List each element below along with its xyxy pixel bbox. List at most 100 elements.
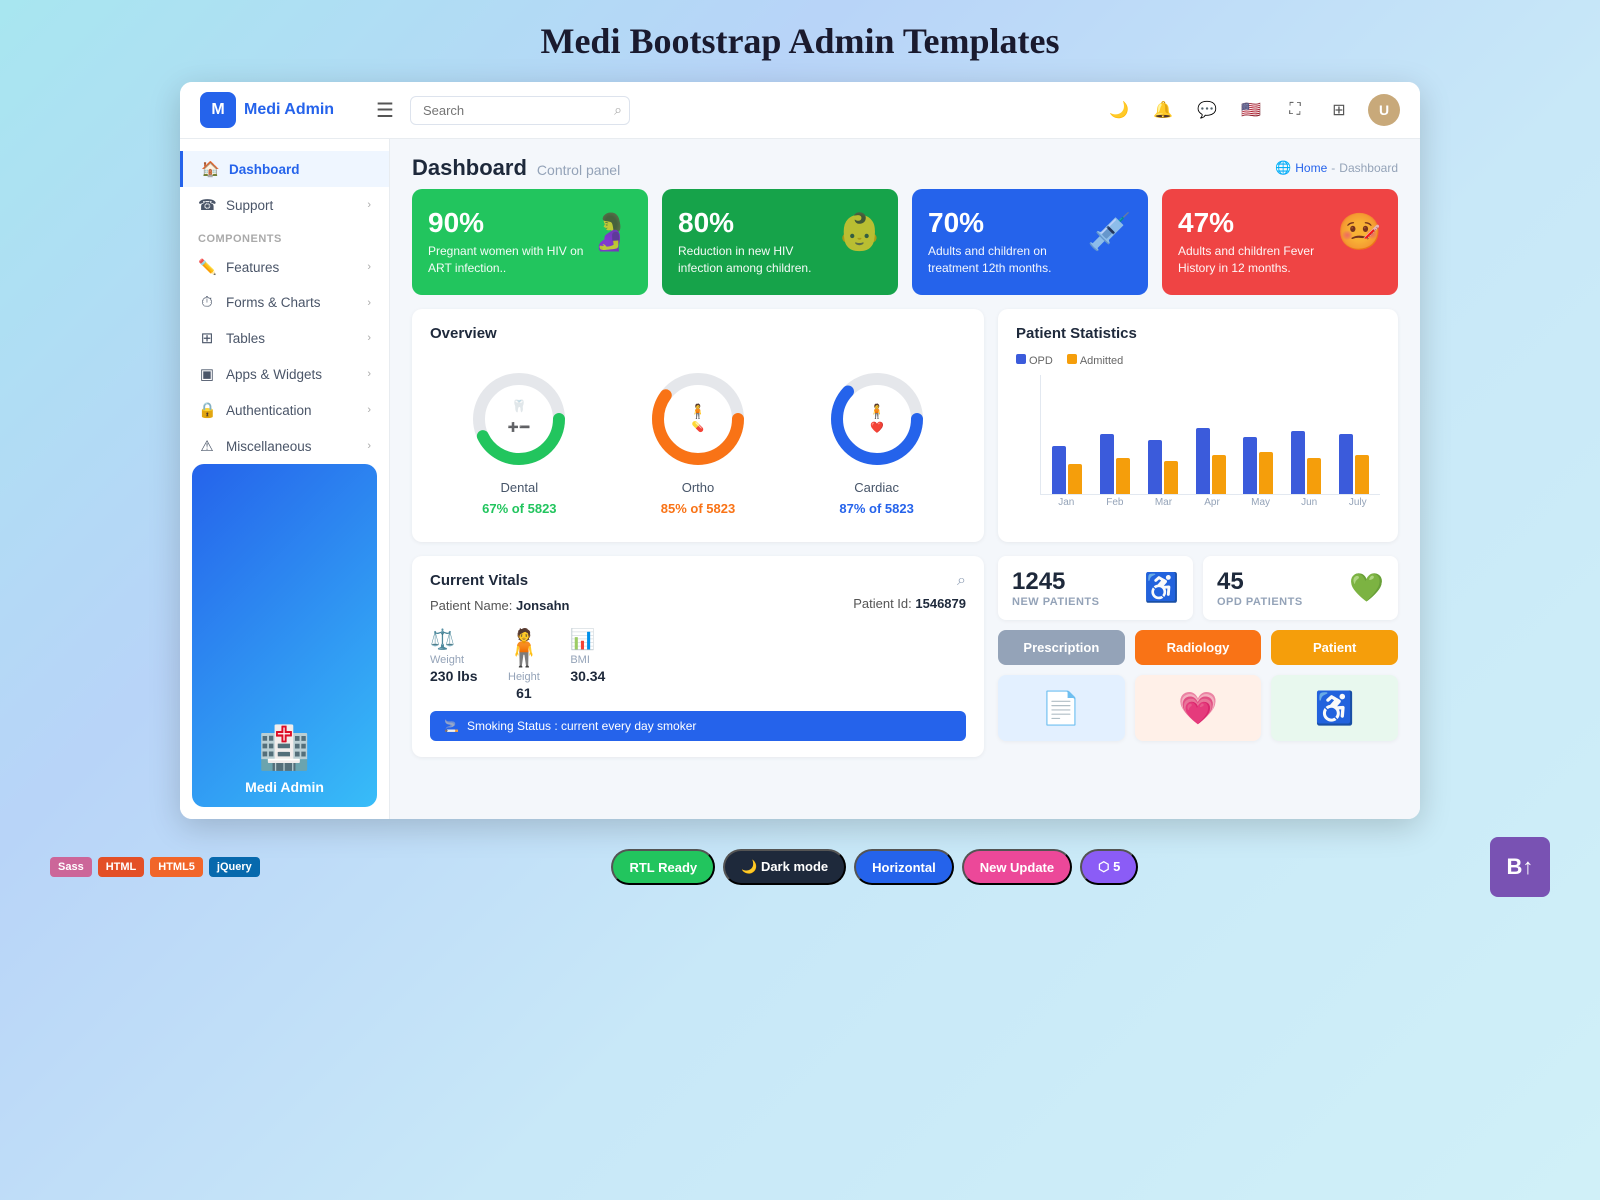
vital-height: 🧍 Height 61 (501, 627, 546, 701)
rtl-badge[interactable]: RTL Ready (611, 849, 715, 885)
bar-group-apr (1189, 428, 1233, 494)
stat-card-3: 47% Adults and children Fever History in… (1162, 189, 1398, 295)
sidebar-item-misc[interactable]: ⚠ Miscellaneous › (180, 428, 389, 464)
home-icon: 🏠 (201, 160, 219, 178)
svg-text:💊: 💊 (692, 420, 705, 433)
footer: Sass HTML HTML5 jQuery RTL Ready 🌙 Dark … (20, 819, 1580, 905)
xlabel-mar: Mar (1141, 497, 1186, 508)
main-content: Dashboard Control panel 🌐 Home - Dashboa… (390, 139, 1420, 819)
prescription-icon-card[interactable]: 📄 (998, 675, 1125, 741)
sidebar-item-features[interactable]: ✏️ Features › (180, 249, 389, 285)
sidebar-item-support[interactable]: ☎ Support › (180, 187, 389, 223)
bar-opd-may (1243, 437, 1257, 494)
radiology-button[interactable]: Radiology (1135, 630, 1262, 665)
misc-icon: ⚠ (198, 437, 216, 455)
bootstrap5-badge[interactable]: ⬡ 5 (1080, 849, 1138, 885)
fullscreen-icon[interactable]: ⛶ (1280, 95, 1310, 125)
avatar[interactable]: U (1368, 94, 1400, 126)
stat-desc-0: Pregnant women with HIV on ART infection… (428, 243, 587, 277)
breadcrumb-home[interactable]: Home (1295, 161, 1327, 175)
xlabel-feb: Feb (1093, 497, 1138, 508)
bar-group-jun (1284, 431, 1328, 494)
prescription-button[interactable]: Prescription (998, 630, 1125, 665)
heartbeat-icon: 💗 (1178, 689, 1218, 727)
stat-mini-new-patients: 1245 NEW PATIENTS ♿ (998, 556, 1193, 620)
arrow-icon: › (367, 199, 371, 211)
new-update-badge[interactable]: New Update (962, 849, 1072, 885)
vitals-title: Current Vitals (430, 572, 528, 589)
bar-opd-july (1339, 434, 1353, 494)
chat-icon[interactable]: 💬 (1192, 95, 1222, 125)
donut-svg-ortho: 🧍 💊 (643, 364, 753, 474)
action-icons-row: 📄 💗 ♿ (998, 675, 1398, 741)
notification-icon[interactable]: 🔔 (1148, 95, 1178, 125)
grid-icon[interactable]: ⊞ (1324, 95, 1354, 125)
stat-desc-3: Adults and children Fever History in 12 … (1178, 243, 1337, 277)
donut-label-cardiac: Cardiac (854, 480, 899, 495)
dark-mode-badge[interactable]: 🌙 Dark mode (723, 849, 846, 885)
chart-xlabels: JanFebMarAprMayJunJuly (1040, 497, 1380, 508)
right-panel: 1245 NEW PATIENTS ♿ 45 OPD PATIENTS 💚 (998, 556, 1398, 757)
sidebar-item-dashboard[interactable]: 🏠 Dashboard (180, 151, 389, 187)
bar-opd-jan (1052, 446, 1066, 494)
sidebar-section-label: Components (180, 223, 389, 249)
vitals-patient-id: Patient Id: 1546879 (853, 596, 966, 611)
bar-admitted-mar (1164, 461, 1178, 494)
bootstrap-logo-text: B↑ (1507, 854, 1534, 880)
tables-icon: ⊞ (198, 329, 216, 347)
stat-icon-3: 🤒 (1337, 211, 1382, 253)
vitals-search-icon[interactable]: ⌕ (957, 572, 966, 590)
sidebar-item-auth[interactable]: 🔒 Authentication › (180, 392, 389, 428)
patient-icon-card[interactable]: ♿ (1271, 675, 1398, 741)
bar-group-mar (1141, 440, 1185, 494)
apps-icon: ▣ (198, 365, 216, 383)
footer-techs: Sass HTML HTML5 jQuery (50, 857, 260, 877)
bar-opd-jun (1291, 431, 1305, 494)
support-icon: ☎ (198, 196, 216, 214)
bootstrap-logo: B↑ (1490, 837, 1550, 897)
stat-card-1: 80% Reduction in new HIV infection among… (662, 189, 898, 295)
dark-mode-icon[interactable]: 🌙 (1104, 95, 1134, 125)
bar-admitted-may (1259, 452, 1273, 494)
horizontal-badge[interactable]: Horizontal (854, 849, 954, 885)
radiology-icon-card[interactable]: 💗 (1135, 675, 1262, 741)
wheelchair-icon: ♿ (1315, 689, 1355, 727)
breadcrumb-home-icon: 🌐 (1275, 160, 1291, 176)
patient-button[interactable]: Patient (1271, 630, 1398, 665)
overview-charts: 🦷 ➕➖ Dental 67% of 5823 🧍 (430, 354, 966, 526)
search-box: ⌕ (410, 96, 630, 125)
sidebar-item-forms-charts[interactable]: ⏱ Forms & Charts › (180, 285, 389, 320)
flag-icon[interactable]: 🇺🇸 (1236, 95, 1266, 125)
height-value: 61 (516, 685, 532, 701)
svg-text:🦷: 🦷 (512, 399, 527, 413)
donut-dental: 🦷 ➕➖ Dental 67% of 5823 (464, 364, 574, 516)
smoking-status: 🚬 Smoking Status : current every day smo… (430, 711, 966, 741)
stat-card-2: 70% Adults and children on treatment 12t… (912, 189, 1148, 295)
promo-label: Medi Admin (245, 779, 324, 795)
weight-value: 230 lbs (430, 668, 477, 684)
action-buttons: Prescription Radiology Patient (998, 630, 1398, 665)
stat-icon-1: 👶 (837, 211, 882, 253)
donut-svg-dental: 🦷 ➕➖ (464, 364, 574, 474)
xlabel-may: May (1238, 497, 1283, 508)
search-input[interactable] (410, 96, 630, 125)
sidebar: 🏠 Dashboard ☎ Support › Components ✏️ Fe… (180, 139, 390, 819)
bar-opd-mar (1148, 440, 1162, 494)
sidebar-item-tables[interactable]: ⊞ Tables › (180, 320, 389, 356)
search-icon: ⌕ (614, 102, 622, 119)
new-patients-num: 1245 (1012, 568, 1099, 596)
sidebar-item-apps[interactable]: ▣ Apps & Widgets › (180, 356, 389, 392)
document-icon: 📄 (1041, 689, 1081, 727)
main-title: Dashboard (412, 155, 527, 181)
bar-admitted-feb (1116, 458, 1130, 494)
stat-mini-opd: 45 OPD PATIENTS 💚 (1203, 556, 1398, 620)
stat-pct-3: 47% (1178, 207, 1337, 239)
bar-opd-apr (1196, 428, 1210, 494)
hamburger-icon[interactable]: ☰ (376, 98, 394, 123)
xlabel-apr: Apr (1190, 497, 1235, 508)
xlabel-jan: Jan (1044, 497, 1089, 508)
svg-text:❤️: ❤️ (870, 421, 884, 434)
legend-admitted-dot (1067, 354, 1077, 364)
html5-badge: HTML5 (150, 857, 203, 877)
legend-opd-dot (1016, 354, 1026, 364)
